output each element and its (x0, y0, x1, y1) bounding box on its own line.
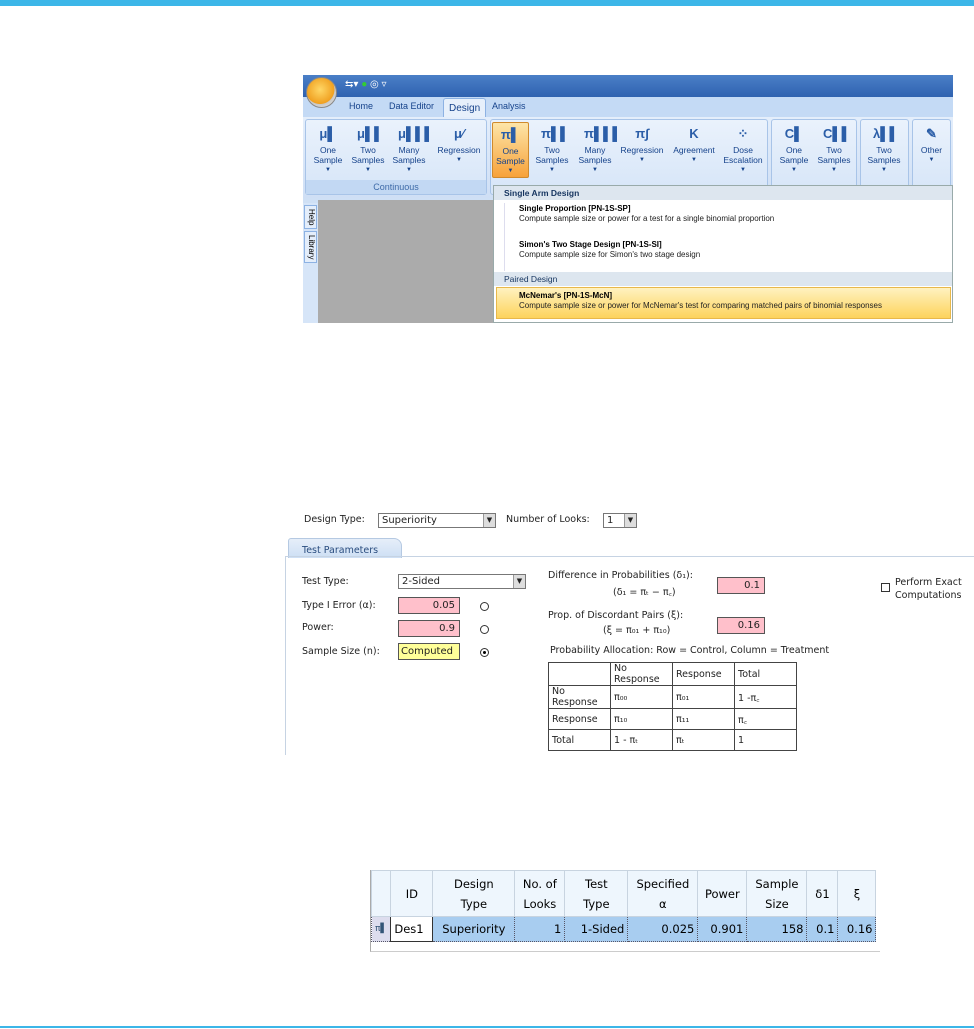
menu-section-single-arm: Single Arm Design (494, 186, 952, 200)
help-icon[interactable]: ◎ (370, 79, 379, 90)
difference-input[interactable]: 0.1 (717, 577, 765, 594)
input-dialog-screenshot: Design Type: Superiority ▼ Number of Look… (285, 508, 974, 755)
page-top-bar (0, 0, 974, 6)
count-one-sample-button[interactable]: C▌ One Sample ▼ (774, 122, 814, 178)
page-bottom-line (0, 1026, 974, 1028)
group-continuous: μ▌ One Sample ▼ μ▌▌ Two Samples ▼ μ▌▌▌ Many S… (305, 119, 487, 195)
continuous-regression-button[interactable]: μ⁄ Regression ▼ (434, 122, 484, 178)
design-type-label: Design Type: (304, 514, 365, 525)
arrange-icon[interactable]: ⇆▾ (345, 79, 358, 90)
tab-home[interactable]: Home (349, 101, 373, 111)
group-survival: λ▌▌ Two Samples ▼ (860, 119, 909, 195)
menu-item-single-proportion[interactable]: Single Proportion [PN-1S-SP] Compute samp… (504, 203, 951, 239)
power-radio[interactable] (480, 625, 489, 634)
exact-computations-checkbox[interactable] (881, 583, 890, 592)
pi-one-icon: π▌ (500, 127, 521, 142)
side-tab-library[interactable]: Library (304, 231, 317, 263)
ribbon-screenshot: ⇆▾ ● ◎ ▿ Home Data Editor Design Analysi… (303, 75, 953, 323)
design-type-select[interactable]: Superiority ▼ (378, 513, 496, 528)
mu-two-icon: μ▌▌ (357, 126, 384, 141)
side-tab-help[interactable]: Help (304, 205, 317, 229)
pi-two-icon: π▌▌ (541, 126, 570, 141)
menu-section-paired: Paired Design (494, 272, 952, 286)
dose-escalation-button[interactable]: ⁘ Dose Escalation ▼ (719, 122, 767, 178)
sample-size-radio[interactable] (480, 648, 489, 657)
power-label: Power: (302, 622, 334, 633)
chevron-down-icon: ▼ (483, 514, 495, 527)
header-row: ID Design Type No. of Looks Test Type Sp… (370, 870, 877, 917)
menu-item-mcnemars[interactable]: McNemar's [PN-1S-McN] Compute sample size… (496, 287, 951, 319)
other-button[interactable]: ✎ Other ▼ (913, 122, 950, 178)
looks-select[interactable]: 1 ▼ (603, 513, 637, 528)
alpha-label: Type I Error (α): (302, 600, 376, 611)
test-type-select[interactable]: 2-Sided ▼ (398, 574, 526, 589)
allocation-table: No Response Response Total No Response π₀₀ π… (548, 662, 797, 751)
continuous-one-sample-button[interactable]: μ▌ One Sample ▼ (308, 122, 348, 178)
survival-two-samples-button[interactable]: λ▌▌ Two Samples ▼ (864, 122, 904, 178)
difference-formula: (δ₁ = πₜ − π꜀) (613, 587, 676, 598)
group-label: Continuous (306, 180, 486, 194)
c-one-icon: C▌ (784, 126, 804, 141)
exact-computations-label: Perform Exact Computations (895, 577, 962, 601)
continuous-many-samples-button[interactable]: μ▌▌▌ Many Samples ▼ (389, 122, 434, 178)
sample-size-label: Sample Size (n): (302, 646, 380, 657)
power-input[interactable]: 0.9 (398, 620, 460, 637)
one-sample-dropdown-menu: Single Arm Design Single Proportion [PN-… (493, 185, 953, 323)
workspace-area (318, 200, 498, 323)
chevron-down-icon: ▼ (513, 575, 525, 588)
group-binomial: π▌ One Sample ▼ π▌▌ Two Samples ▼ π▌▌▌ Many S… (490, 119, 768, 195)
binomial-many-samples-button[interactable]: π▌▌▌ Many Samples ▼ (575, 122, 622, 178)
quick-access-toolbar: ⇆▾ ● ◎ ▿ (345, 79, 435, 93)
agreement-button[interactable]: K Agreement ▼ (669, 122, 719, 178)
pi-regression-icon: π∫ (635, 126, 649, 141)
table-row[interactable]: π▌ Des1 Superiority 1 1-Sided 0.025 0.90… (370, 916, 877, 942)
difference-label: Difference in Probabilities (δ₁): (548, 570, 693, 581)
tab-data-editor[interactable]: Data Editor (389, 101, 434, 111)
kappa-icon: K (689, 126, 699, 141)
test-parameters-panel: Test Type: 2-Sided ▼ Type I Error (α): 0.… (285, 556, 974, 755)
side-tabs: Help Library (303, 203, 318, 323)
binomial-one-sample-button[interactable]: π▌ One Sample ▼ (492, 122, 529, 178)
tab-analysis[interactable]: Analysis (492, 101, 526, 111)
discordant-label: Prop. of Discordant Pairs (ξ): (548, 610, 684, 621)
alpha-input[interactable]: 0.05 (398, 597, 460, 614)
mu-regression-icon: μ⁄ (453, 126, 465, 141)
test-type-label: Test Type: (302, 576, 349, 587)
discordant-input[interactable]: 0.16 (717, 617, 765, 634)
tab-test-parameters[interactable]: Test Parameters (288, 538, 402, 558)
allocation-title: Probability Allocation: Row = Control, C… (550, 645, 830, 656)
pencil-icon: ✎ (926, 126, 937, 141)
pi-design-icon: π▌ (370, 916, 392, 942)
mu-many-icon: μ▌▌▌ (398, 126, 434, 141)
lambda-two-icon: λ▌▌ (873, 126, 899, 141)
looks-label: Number of Looks: (506, 514, 590, 525)
discordant-formula: (ξ = π₀₁ + π₁₀) (603, 625, 671, 636)
alpha-radio[interactable] (480, 602, 489, 611)
binomial-two-samples-button[interactable]: π▌▌ Two Samples ▼ (532, 122, 572, 178)
ribbon-tabs: Home Data Editor Design Analysis (303, 97, 953, 117)
results-table: ID Design Type No. of Looks Test Type Sp… (370, 870, 877, 942)
dose-escalation-icon: ⁘ (737, 126, 749, 141)
sample-size-input[interactable]: Computed (398, 643, 460, 660)
results-grid-screenshot: ID Design Type No. of Looks Test Type Sp… (370, 870, 880, 952)
app-orb-button[interactable] (306, 77, 337, 108)
tab-design[interactable]: Design (443, 98, 487, 117)
c-two-icon: C▌▌ (823, 126, 851, 141)
binomial-regression-button[interactable]: π∫ Regression ▼ (617, 122, 667, 178)
chevron-down-icon: ▼ (624, 514, 636, 527)
group-other: ✎ Other ▼ (912, 119, 951, 195)
pi-many-icon: π▌▌▌ (584, 126, 622, 141)
menu-item-simons-two-stage[interactable]: Simon's Two Stage Design [PN-1S-SI] Compu… (504, 239, 951, 271)
green-dot-icon[interactable]: ● (361, 79, 367, 90)
mu-one-icon: μ▌ (319, 126, 337, 141)
customize-icon[interactable]: ▿ (382, 79, 387, 90)
continuous-two-samples-button[interactable]: μ▌▌ Two Samples ▼ (348, 122, 388, 178)
group-count: C▌ One Sample ▼ C▌▌ Two Samples ▼ (771, 119, 857, 195)
count-two-samples-button[interactable]: C▌▌ Two Samples ▼ (814, 122, 854, 178)
